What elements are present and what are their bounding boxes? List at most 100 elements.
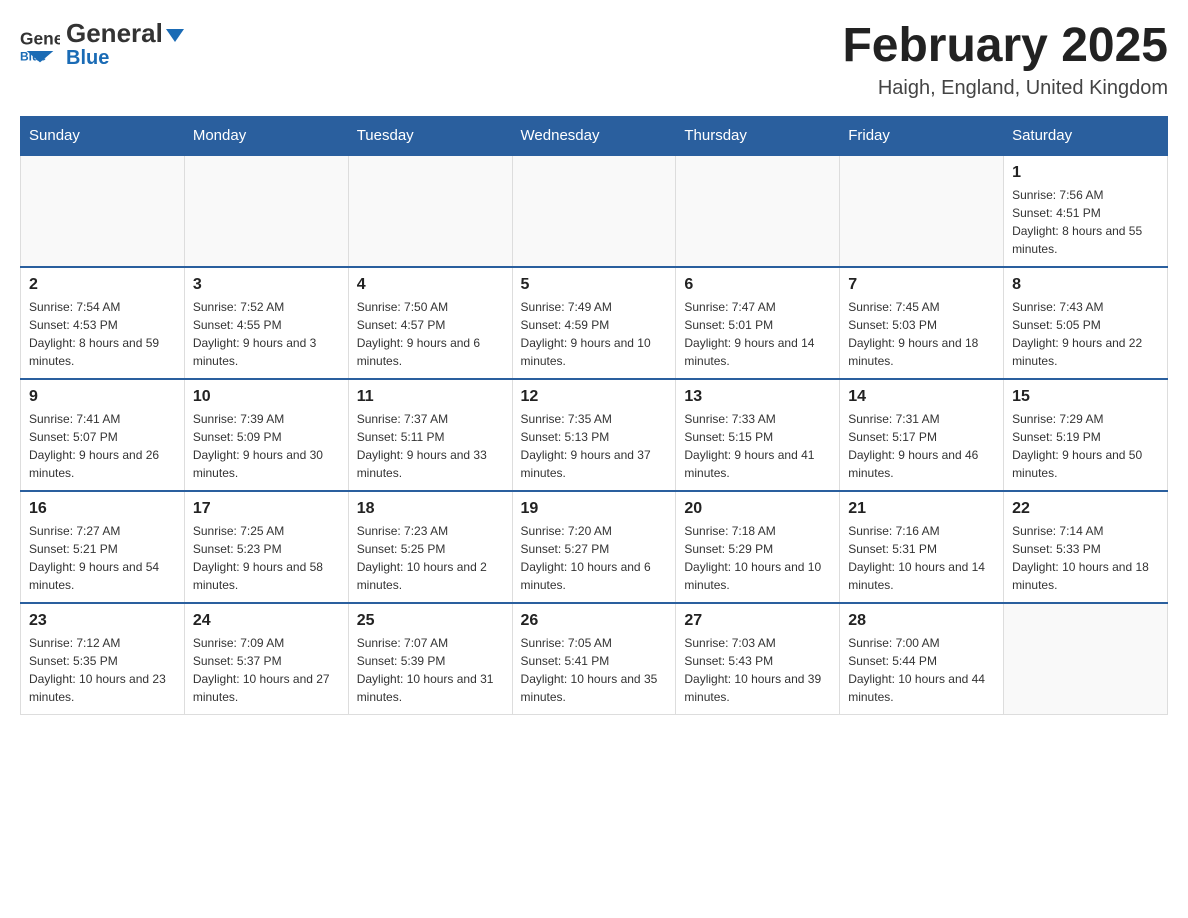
title-area: February 2025 Haigh, England, United Kin…	[842, 20, 1168, 100]
calendar-cell: 10 Sunrise: 7:39 AMSunset: 5:09 PMDayligh…	[184, 379, 348, 491]
day-info: Sunrise: 7:39 AMSunset: 5:09 PMDaylight:…	[193, 410, 340, 482]
day-info: Sunrise: 7:23 AMSunset: 5:25 PMDaylight:…	[357, 522, 504, 594]
svg-text:Blue: Blue	[20, 49, 46, 63]
day-info: Sunrise: 7:09 AMSunset: 5:37 PMDaylight:…	[193, 634, 340, 706]
calendar-cell: 1 Sunrise: 7:56 AMSunset: 4:51 PMDaylight…	[1004, 155, 1168, 267]
calendar-header-saturday: Saturday	[1004, 116, 1168, 155]
day-info: Sunrise: 7:27 AMSunset: 5:21 PMDaylight:…	[29, 522, 176, 594]
day-number: 25	[357, 612, 504, 630]
calendar-cell	[840, 155, 1004, 267]
day-number: 20	[684, 500, 831, 518]
day-info: Sunrise: 7:29 AMSunset: 5:19 PMDaylight:…	[1012, 410, 1159, 482]
calendar-cell	[348, 155, 512, 267]
day-number: 16	[29, 500, 176, 518]
calendar-cell: 19 Sunrise: 7:20 AMSunset: 5:27 PMDayligh…	[512, 491, 676, 603]
calendar-cell: 14 Sunrise: 7:31 AMSunset: 5:17 PMDayligh…	[840, 379, 1004, 491]
calendar-cell	[676, 155, 840, 267]
day-info: Sunrise: 7:07 AMSunset: 5:39 PMDaylight:…	[357, 634, 504, 706]
day-info: Sunrise: 7:37 AMSunset: 5:11 PMDaylight:…	[357, 410, 504, 482]
logo-icon: General Blue	[20, 24, 60, 64]
calendar-cell: 11 Sunrise: 7:37 AMSunset: 5:11 PMDayligh…	[348, 379, 512, 491]
calendar-cell: 28 Sunrise: 7:00 AMSunset: 5:44 PMDayligh…	[840, 603, 1004, 715]
calendar-header-tuesday: Tuesday	[348, 116, 512, 155]
day-info: Sunrise: 7:16 AMSunset: 5:31 PMDaylight:…	[848, 522, 995, 594]
day-info: Sunrise: 7:03 AMSunset: 5:43 PMDaylight:…	[684, 634, 831, 706]
calendar-header-monday: Monday	[184, 116, 348, 155]
calendar-cell: 13Sunrise: 7:33 AMSunset: 5:15 PMDayligh…	[676, 379, 840, 491]
day-number: 3	[193, 276, 340, 294]
calendar-week-row: 16 Sunrise: 7:27 AMSunset: 5:21 PMDayligh…	[21, 491, 1168, 603]
calendar-week-row: 23 Sunrise: 7:12 AMSunset: 5:35 PMDayligh…	[21, 603, 1168, 715]
calendar-cell: 3 Sunrise: 7:52 AMSunset: 4:55 PMDaylight…	[184, 267, 348, 379]
day-info: Sunrise: 7:12 AMSunset: 5:35 PMDaylight:…	[29, 634, 176, 706]
svg-text:General: General	[20, 28, 60, 48]
calendar-cell	[21, 155, 185, 267]
day-info: Sunrise: 7:31 AMSunset: 5:17 PMDaylight:…	[848, 410, 995, 482]
calendar-week-row: 2 Sunrise: 7:54 AMSunset: 4:53 PMDaylight…	[21, 267, 1168, 379]
day-number: 14	[848, 388, 995, 406]
day-number: 12	[521, 388, 668, 406]
day-number: 10	[193, 388, 340, 406]
calendar-week-row: 9 Sunrise: 7:41 AMSunset: 5:07 PMDaylight…	[21, 379, 1168, 491]
calendar-cell: 4Sunrise: 7:50 AMSunset: 4:57 PMDaylight…	[348, 267, 512, 379]
day-info: Sunrise: 7:43 AMSunset: 5:05 PMDaylight:…	[1012, 298, 1159, 370]
logo-general-text: General	[66, 20, 184, 46]
day-number: 9	[29, 388, 176, 406]
day-number: 26	[521, 612, 668, 630]
day-number: 28	[848, 612, 995, 630]
calendar-header-thursday: Thursday	[676, 116, 840, 155]
day-info: Sunrise: 7:54 AMSunset: 4:53 PMDaylight:…	[29, 298, 176, 370]
day-number: 1	[1012, 164, 1159, 182]
day-info: Sunrise: 7:20 AMSunset: 5:27 PMDaylight:…	[521, 522, 668, 594]
calendar-cell: 20 Sunrise: 7:18 AMSunset: 5:29 PMDayligh…	[676, 491, 840, 603]
day-number: 8	[1012, 276, 1159, 294]
day-info: Sunrise: 7:05 AMSunset: 5:41 PMDaylight:…	[521, 634, 668, 706]
day-info: Sunrise: 7:52 AMSunset: 4:55 PMDaylight:…	[193, 298, 340, 370]
calendar-cell	[184, 155, 348, 267]
day-info: Sunrise: 7:50 AMSunset: 4:57 PMDaylight:…	[357, 298, 504, 370]
day-number: 19	[521, 500, 668, 518]
logo-blue-text: Blue	[66, 48, 184, 68]
day-number: 24	[193, 612, 340, 630]
day-number: 6	[684, 276, 831, 294]
calendar-cell: 24 Sunrise: 7:09 AMSunset: 5:37 PMDayligh…	[184, 603, 348, 715]
day-number: 23	[29, 612, 176, 630]
calendar-header-wednesday: Wednesday	[512, 116, 676, 155]
day-info: Sunrise: 7:47 AMSunset: 5:01 PMDaylight:…	[684, 298, 831, 370]
calendar-header-row: SundayMondayTuesdayWednesdayThursdayFrid…	[21, 116, 1168, 155]
calendar-cell: 26 Sunrise: 7:05 AMSunset: 5:41 PMDayligh…	[512, 603, 676, 715]
calendar-cell: 15 Sunrise: 7:29 AMSunset: 5:19 PMDayligh…	[1004, 379, 1168, 491]
day-info: Sunrise: 7:18 AMSunset: 5:29 PMDaylight:…	[684, 522, 831, 594]
day-number: 11	[357, 388, 504, 406]
day-info: Sunrise: 7:00 AMSunset: 5:44 PMDaylight:…	[848, 634, 995, 706]
day-info: Sunrise: 7:25 AMSunset: 5:23 PMDaylight:…	[193, 522, 340, 594]
calendar-cell: 12 Sunrise: 7:35 AMSunset: 5:13 PMDayligh…	[512, 379, 676, 491]
calendar-cell: 16 Sunrise: 7:27 AMSunset: 5:21 PMDayligh…	[21, 491, 185, 603]
day-number: 7	[848, 276, 995, 294]
calendar-cell: 7 Sunrise: 7:45 AMSunset: 5:03 PMDaylight…	[840, 267, 1004, 379]
day-number: 15	[1012, 388, 1159, 406]
day-number: 5	[521, 276, 668, 294]
logo: General Blue General Blue	[20, 20, 184, 68]
day-number: 21	[848, 500, 995, 518]
day-info: Sunrise: 7:45 AMSunset: 5:03 PMDaylight:…	[848, 298, 995, 370]
page-header: General Blue General Blue February 2025 …	[20, 20, 1168, 100]
month-title: February 2025	[842, 20, 1168, 73]
calendar-cell: 23 Sunrise: 7:12 AMSunset: 5:35 PMDayligh…	[21, 603, 185, 715]
day-info: Sunrise: 7:14 AMSunset: 5:33 PMDaylight:…	[1012, 522, 1159, 594]
calendar-table: SundayMondayTuesdayWednesdayThursdayFrid…	[20, 116, 1168, 715]
calendar-header-sunday: Sunday	[21, 116, 185, 155]
calendar-cell: 2 Sunrise: 7:54 AMSunset: 4:53 PMDaylight…	[21, 267, 185, 379]
day-number: 27	[684, 612, 831, 630]
calendar-cell: 25 Sunrise: 7:07 AMSunset: 5:39 PMDayligh…	[348, 603, 512, 715]
calendar-cell: 21 Sunrise: 7:16 AMSunset: 5:31 PMDayligh…	[840, 491, 1004, 603]
day-info: Sunrise: 7:41 AMSunset: 5:07 PMDaylight:…	[29, 410, 176, 482]
calendar-week-row: 1 Sunrise: 7:56 AMSunset: 4:51 PMDaylight…	[21, 155, 1168, 267]
day-number: 2	[29, 276, 176, 294]
calendar-cell: 9 Sunrise: 7:41 AMSunset: 5:07 PMDaylight…	[21, 379, 185, 491]
day-info: Sunrise: 7:35 AMSunset: 5:13 PMDaylight:…	[521, 410, 668, 482]
calendar-cell: 18Sunrise: 7:23 AMSunset: 5:25 PMDayligh…	[348, 491, 512, 603]
calendar-cell: 5Sunrise: 7:49 AMSunset: 4:59 PMDaylight…	[512, 267, 676, 379]
day-number: 13	[684, 388, 831, 406]
day-info: Sunrise: 7:56 AMSunset: 4:51 PMDaylight:…	[1012, 186, 1159, 258]
